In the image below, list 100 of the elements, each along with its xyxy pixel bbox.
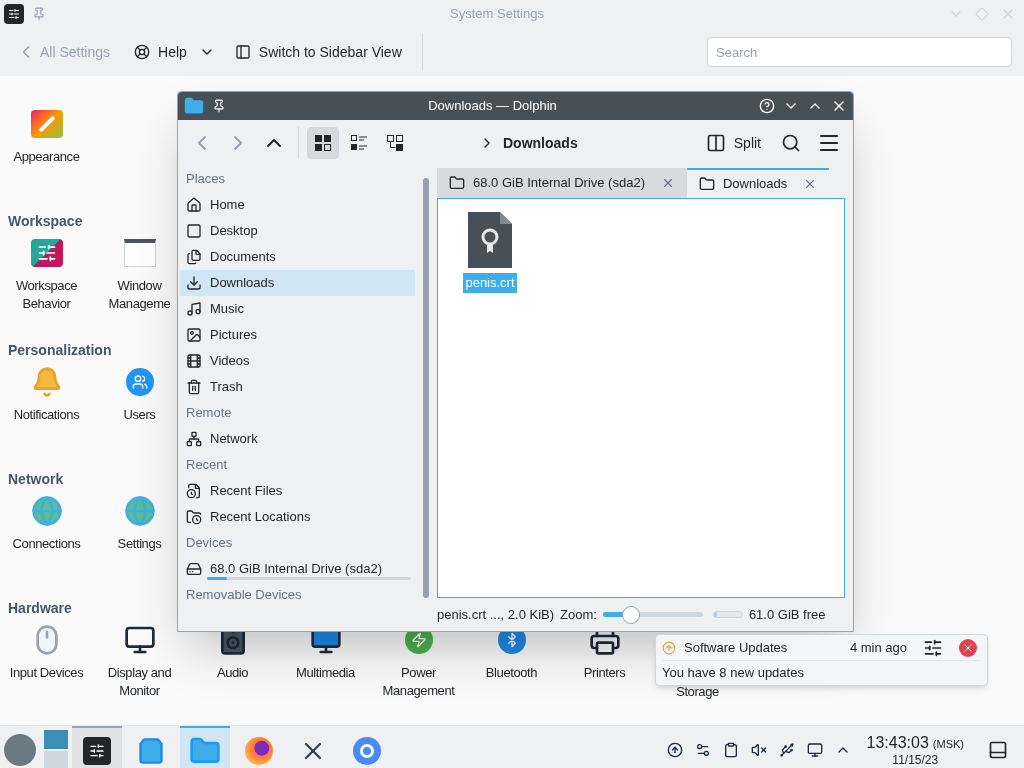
places-item[interactable]: 68.0 GiB Internal Drive (sda2)	[180, 556, 415, 582]
distro-logo-icon[interactable]	[4, 734, 36, 766]
category-label[interactable]: Users	[123, 406, 156, 424]
folder-clock-icon	[186, 509, 202, 525]
places-item[interactable]: Videos	[180, 348, 415, 374]
places-item[interactable]: Desktop	[180, 218, 415, 244]
category-label[interactable]: Input Devices	[9, 664, 84, 682]
users-icon	[125, 368, 154, 396]
help-button[interactable]: Help	[126, 36, 223, 68]
tree-view-icon	[386, 134, 404, 152]
section-heading: Personalization	[8, 340, 112, 360]
usb-icon[interactable]	[778, 742, 795, 758]
help-icon[interactable]	[759, 98, 775, 114]
section-heading: Workspace	[8, 211, 83, 231]
category-label[interactable]: Appearance	[13, 148, 80, 166]
places-item[interactable]: Recent Locations	[180, 504, 415, 530]
picture-icon	[186, 327, 202, 343]
section-heading: Hardware	[8, 598, 72, 618]
network-icon[interactable]	[806, 742, 823, 758]
places-item[interactable]: Home	[180, 192, 415, 218]
film-icon	[186, 353, 202, 369]
taskbar-app[interactable]	[72, 726, 122, 768]
search-icon[interactable]	[781, 133, 801, 153]
slider-thumb[interactable]	[621, 605, 640, 624]
clipboard-icon[interactable]	[722, 742, 739, 758]
view-mode-button[interactable]	[307, 127, 339, 159]
places-heading: Removable Devices	[185, 586, 303, 605]
category-label[interactable]: Bluetooth	[485, 664, 538, 682]
category-label[interactable]: Display and Monitor	[102, 664, 177, 700]
category-label[interactable]: Multimedia	[296, 664, 355, 682]
category-label[interactable]: Storage	[676, 683, 719, 701]
free-space-text: 61.0 GiB free	[748, 605, 826, 624]
music-note-icon	[186, 301, 202, 317]
details-view-icon	[350, 134, 368, 152]
icons-view-icon	[314, 134, 332, 152]
desktop-icon	[186, 223, 202, 239]
places-item[interactable]: Downloads	[180, 270, 415, 296]
category-label[interactable]: Workspace Behavior	[9, 277, 84, 313]
category-label[interactable]: Power Management	[381, 664, 456, 700]
selection-info: penis.crt ..., 2.0 KiB)	[437, 605, 555, 624]
clock[interactable]: 13:43:03 (MSK) 11/15/23	[866, 732, 964, 768]
zoom-slider[interactable]	[602, 604, 703, 625]
sidebar-icon	[234, 44, 251, 60]
window-icon	[123, 239, 156, 267]
category-label[interactable]: Notifications	[13, 406, 80, 424]
globe-icon	[30, 495, 63, 527]
browser-icon	[245, 737, 273, 765]
window-title: Downloads — Dolphin	[427, 97, 558, 116]
places-item[interactable]: Network	[180, 426, 415, 452]
category-label[interactable]: Settings	[117, 535, 162, 553]
places-heading: Devices	[185, 534, 234, 553]
zoom-label: Zoom:	[560, 605, 597, 624]
sliders-icon	[30, 239, 63, 267]
category-label[interactable]: Audio	[216, 664, 249, 682]
switch-view-button[interactable]: Switch to Sidebar View	[226, 36, 410, 68]
places-item[interactable]: Trash	[180, 374, 415, 400]
places-heading: Remote	[185, 404, 233, 423]
shopping-bag-icon	[137, 737, 165, 765]
drive-icon	[186, 561, 202, 577]
browser-icon	[353, 737, 381, 765]
certificate-file-icon	[467, 211, 513, 269]
clock-zone: (MSK)	[932, 737, 964, 752]
file-clock-icon	[186, 483, 202, 499]
section-heading: Network	[8, 469, 64, 489]
notification-body: You have 8 new updates	[662, 664, 805, 682]
notification-app: Software Updates	[684, 638, 789, 657]
home-icon	[186, 197, 202, 213]
pin-icon[interactable]	[212, 99, 226, 113]
places-heading: Places	[185, 170, 227, 189]
places-item[interactable]: Music	[180, 296, 415, 322]
folder-icon	[449, 175, 465, 191]
places-item[interactable]: Pictures	[180, 322, 415, 348]
help-icon	[134, 44, 151, 60]
volume-muted-icon[interactable]	[750, 742, 767, 758]
category-label[interactable]: Connections	[12, 535, 81, 553]
close-icon[interactable]	[959, 638, 977, 657]
globe-icon	[123, 495, 156, 527]
settings-app-icon	[4, 4, 24, 24]
monitor-icon	[123, 624, 156, 656]
settings-icon	[83, 737, 111, 765]
clock-date: 11/15/23	[892, 752, 939, 768]
split-icon	[705, 133, 726, 153]
trash-icon	[186, 379, 202, 395]
breadcrumb[interactable]: Downloads	[503, 132, 578, 154]
places-item[interactable]: Documents	[180, 244, 415, 270]
window-title: System Settings	[449, 5, 545, 24]
configure-icon[interactable]	[923, 637, 943, 658]
scrollbar[interactable]	[423, 178, 429, 598]
tab[interactable]: 68.0 GiB Internal Drive (sda2)	[437, 168, 687, 198]
show-desktop-icon[interactable]	[988, 740, 1008, 760]
split-button[interactable]: Split	[701, 127, 765, 159]
search-field[interactable]: Search	[707, 37, 1012, 67]
category-label[interactable]: Window Manageme	[102, 277, 177, 313]
update-icon[interactable]	[666, 742, 683, 758]
places-heading: Recent	[185, 456, 229, 475]
pager[interactable]	[44, 730, 68, 768]
category-label[interactable]: Printers	[583, 664, 626, 682]
places-item[interactable]: Recent Files	[180, 478, 415, 504]
palette-icon	[30, 110, 63, 138]
update-icon	[662, 640, 676, 655]
